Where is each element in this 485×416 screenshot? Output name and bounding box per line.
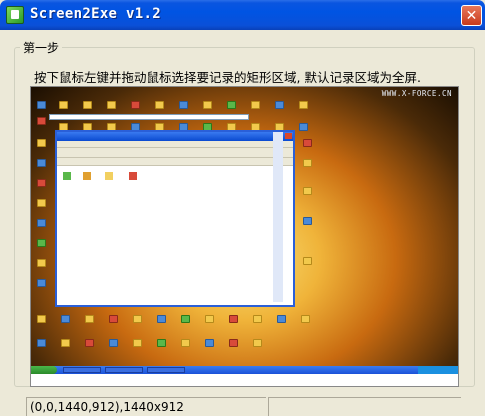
desktop-icon <box>37 199 46 207</box>
desktop-icon <box>37 339 46 347</box>
close-icon: ✕ <box>465 7 478 24</box>
desktop-icon <box>181 339 190 347</box>
desktop-icon <box>37 179 46 187</box>
taskbar-thumbnail <box>31 366 458 374</box>
desktop-icon <box>37 315 46 323</box>
address-field-thumbnail <box>49 114 249 120</box>
desktop-icon <box>107 101 116 109</box>
desktop-icon <box>205 315 214 323</box>
close-button[interactable]: ✕ <box>461 5 482 26</box>
desktop-icon <box>179 101 188 109</box>
screen-preview[interactable]: WWW.X-FORCE.CN <box>30 86 459 387</box>
desktop-icon <box>37 259 46 267</box>
desktop-icon <box>157 315 166 323</box>
desktop-icon <box>303 257 312 265</box>
explorer-addressbar <box>57 158 293 166</box>
desktop-icon <box>85 315 94 323</box>
desktop-icon <box>61 315 70 323</box>
file-icon <box>63 172 71 180</box>
desktop-icon <box>299 101 308 109</box>
title-bar[interactable]: Screen2Exe v1.2 ✕ <box>0 0 485 30</box>
desktop-icon <box>205 339 214 347</box>
desktop-icon <box>229 315 238 323</box>
desktop-icon <box>203 101 212 109</box>
desktop-icon <box>181 315 190 323</box>
desktop-icon <box>37 279 46 287</box>
desktop-icon <box>37 159 46 167</box>
desktop-icon <box>37 117 46 125</box>
desktop-icon <box>251 101 260 109</box>
instruction-text: 按下鼠标左键并拖动鼠标选择要记录的矩形区域, 默认记录区域为全屏. <box>34 70 421 85</box>
desktop-icon <box>253 339 262 347</box>
desktop-icon <box>229 339 238 347</box>
explorer-scroll-area <box>273 132 283 302</box>
close-icon <box>285 133 292 139</box>
desktop-icon <box>61 339 70 347</box>
task-button <box>63 367 101 373</box>
file-icon <box>105 172 113 180</box>
window-title: Screen2Exe v1.2 <box>30 6 161 22</box>
step-title: 第一步 <box>20 39 63 56</box>
desktop-icon <box>303 217 312 225</box>
region-readout: (0,0,1440,912),1440x912 <box>30 400 184 414</box>
app-icon <box>6 6 24 24</box>
desktop-icon <box>133 339 142 347</box>
desktop-icon <box>37 219 46 227</box>
status-panel-extra <box>268 397 461 416</box>
desktop-icon <box>109 315 118 323</box>
desktop-icon <box>299 123 308 131</box>
explorer-menubar <box>57 141 293 148</box>
desktop-icon <box>37 239 46 247</box>
desktop-icon <box>303 159 312 167</box>
start-button-thumbnail <box>31 366 57 374</box>
desktop-icon <box>37 101 46 109</box>
desktop-icon <box>133 315 142 323</box>
desktop-icon <box>155 101 164 109</box>
desktop-icon <box>85 339 94 347</box>
desktop-icon <box>157 339 166 347</box>
system-tray <box>418 366 458 374</box>
task-button <box>147 367 185 373</box>
explorer-titlebar <box>57 132 293 141</box>
explorer-window-thumbnail <box>55 130 295 307</box>
explorer-toolbar <box>57 148 293 158</box>
desktop-icon <box>227 101 236 109</box>
watermark: WWW.X-FORCE.CN <box>381 89 452 98</box>
desktop-icon <box>131 101 140 109</box>
task-button <box>105 367 143 373</box>
file-icon <box>129 172 137 180</box>
desktop-thumbnail[interactable]: WWW.X-FORCE.CN <box>31 87 458 374</box>
desktop-icon <box>277 315 286 323</box>
desktop-icon <box>37 139 46 147</box>
desktop-icon <box>301 315 310 323</box>
desktop-icon <box>303 187 312 195</box>
file-icon <box>83 172 91 180</box>
desktop-icon <box>83 101 92 109</box>
desktop-icon <box>109 339 118 347</box>
desktop-icon <box>253 315 262 323</box>
desktop-icon <box>59 101 68 109</box>
desktop-icon <box>275 101 284 109</box>
desktop-icon <box>303 139 312 147</box>
